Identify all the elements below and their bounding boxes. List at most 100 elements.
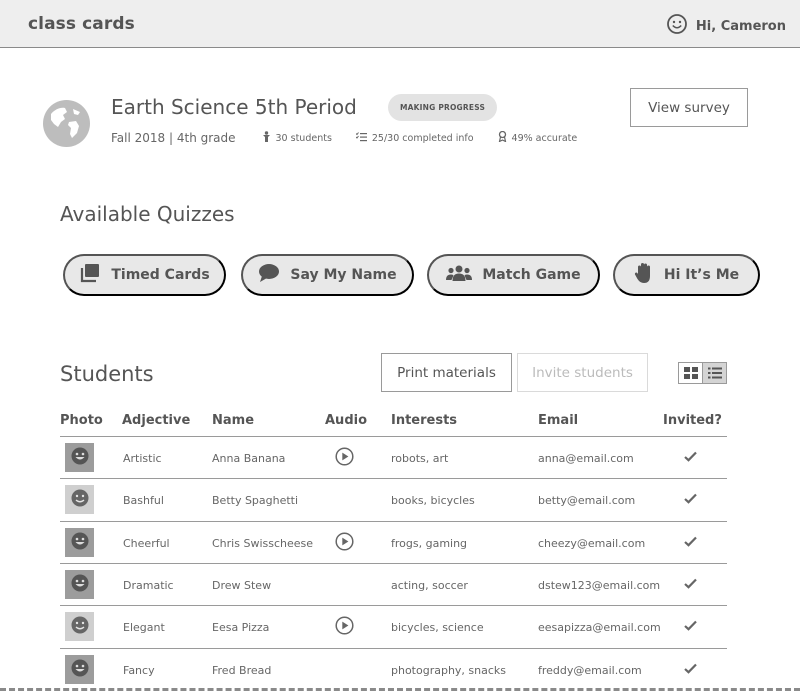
student-photo[interactable] [65, 612, 94, 641]
student-adjective: Cheerful [123, 536, 170, 550]
column-header-audio[interactable]: Audio [325, 413, 367, 428]
student-name: Eesa Pizza [212, 620, 270, 634]
grid-icon [683, 364, 698, 383]
checkmark-icon [684, 451, 697, 465]
play-icon [335, 616, 354, 638]
play-icon [335, 532, 354, 554]
table-row[interactable]: Elegant Eesa Pizza bicycles, science eesapi… [60, 605, 727, 647]
student-name: Drew Stew [212, 578, 272, 592]
column-header-photo[interactable]: Photo [60, 413, 103, 428]
checkmark-icon [684, 663, 697, 677]
column-header-name[interactable]: Name [212, 413, 254, 428]
completed-info-label: 25/30 completed info [371, 132, 474, 144]
class-meta: Fall 2018 | 4th grade 30 students 25/30 … [111, 130, 601, 145]
student-adjective: Artistic [123, 451, 162, 465]
column-header-invited[interactable]: Invited? [663, 413, 722, 428]
quiz-match-game-button[interactable]: Match Game [427, 254, 600, 296]
table-row[interactable]: Fancy Fred Bread photography, snacks freddy… [60, 648, 727, 690]
person-icon [262, 131, 271, 145]
student-interests: books, bicycles [391, 493, 475, 507]
class-title: Earth Science 5th Period [111, 95, 357, 119]
smiley-face-icon [70, 615, 90, 639]
students-count: 30 students [262, 131, 332, 145]
list-view-button[interactable] [702, 363, 726, 383]
student-interests: robots, art [391, 451, 449, 465]
table-row[interactable]: Cheerful Chris Swisscheese frogs, gaming ch… [60, 521, 727, 563]
student-photo[interactable] [65, 655, 94, 684]
quiz-label: Timed Cards [111, 267, 210, 283]
play-audio-button[interactable] [335, 522, 354, 564]
print-materials-button[interactable]: Print materials [381, 353, 512, 392]
fold-divider [0, 688, 800, 691]
app-brand[interactable]: class cards [28, 14, 135, 34]
user-greeting: Hi, Cameron [695, 18, 786, 34]
student-photo[interactable] [65, 443, 94, 472]
student-email: anna@email.com [538, 451, 634, 465]
student-photo[interactable] [65, 528, 94, 557]
smiley-face-icon [70, 573, 90, 597]
student-interests: photography, snacks [391, 663, 507, 677]
view-survey-button[interactable]: View survey [630, 88, 748, 127]
student-adjective: Fancy [123, 663, 155, 677]
speech-bubble-icon [258, 263, 280, 287]
table-row[interactable]: Dramatic Drew Stew acting, soccer dstew123@… [60, 563, 727, 605]
quiz-timed-cards-button[interactable]: Timed Cards [63, 254, 226, 296]
invited-status [684, 564, 697, 606]
invited-status [684, 606, 697, 648]
play-icon [335, 447, 354, 469]
invited-status [684, 437, 697, 479]
checkmark-icon [684, 578, 697, 592]
status-badge: MAKING PROGRESS [388, 94, 498, 121]
student-interests: bicycles, science [391, 620, 484, 634]
grid-view-button[interactable] [679, 363, 702, 383]
student-interests: acting, soccer [391, 578, 468, 592]
completed-info: 25/30 completed info [355, 131, 474, 145]
list-icon [707, 364, 722, 383]
smiley-icon [666, 13, 688, 39]
student-email: cheezy@email.com [538, 536, 646, 550]
checkmark-icon [684, 620, 697, 634]
quiz-label: Say My Name [290, 267, 397, 283]
quiz-hi-its-me-button[interactable]: Hi It’s Me [613, 254, 760, 296]
student-name: Chris Swisscheese [212, 536, 314, 550]
smiley-face-icon [70, 446, 90, 470]
column-header-adjective[interactable]: Adjective [122, 413, 190, 428]
column-header-interests[interactable]: Interests [391, 413, 457, 428]
student-email: dstew123@email.com [538, 578, 661, 592]
invite-students-button[interactable]: Invite students [517, 353, 648, 392]
student-adjective: Dramatic [123, 578, 174, 592]
student-photo[interactable] [65, 570, 94, 599]
student-name: Betty Spaghetti [212, 493, 299, 507]
play-audio-button[interactable] [335, 437, 354, 479]
checkmark-icon [684, 493, 697, 507]
quiz-label: Match Game [482, 267, 581, 283]
invited-status [684, 522, 697, 564]
table-row[interactable]: Artistic Anna Banana robots, art anna@email… [60, 436, 727, 478]
ribbon-icon [498, 130, 507, 145]
checklist-icon [355, 131, 367, 145]
accuracy: 49% accurate [498, 130, 578, 145]
globe-icon [43, 100, 90, 147]
quiz-say-my-name-button[interactable]: Say My Name [241, 254, 414, 296]
accuracy-label: 49% accurate [511, 132, 578, 144]
students-heading: Students [60, 362, 154, 386]
smiley-face-icon [70, 658, 90, 682]
table-row[interactable]: Bashful Betty Spaghetti books, bicycles bet… [60, 478, 727, 520]
student-email: betty@email.com [538, 493, 636, 507]
cards-icon [79, 263, 101, 287]
group-icon [446, 263, 473, 287]
student-email: eesapizza@email.com [538, 620, 661, 634]
quiz-label: Hi It’s Me [663, 267, 740, 283]
smiley-face-icon [70, 531, 90, 555]
play-audio-button[interactable] [335, 606, 354, 648]
students-count-label: 30 students [275, 132, 332, 144]
smiley-face-icon [70, 488, 90, 512]
checkmark-icon [684, 536, 697, 550]
view-toggle[interactable] [678, 362, 727, 384]
student-photo[interactable] [65, 485, 94, 514]
column-header-email[interactable]: Email [538, 413, 578, 428]
top-bar: class cards Hi, Cameron [0, 0, 800, 48]
user-menu[interactable]: Hi, Cameron [666, 13, 786, 39]
invited-status [684, 649, 697, 691]
invited-status [684, 479, 697, 521]
